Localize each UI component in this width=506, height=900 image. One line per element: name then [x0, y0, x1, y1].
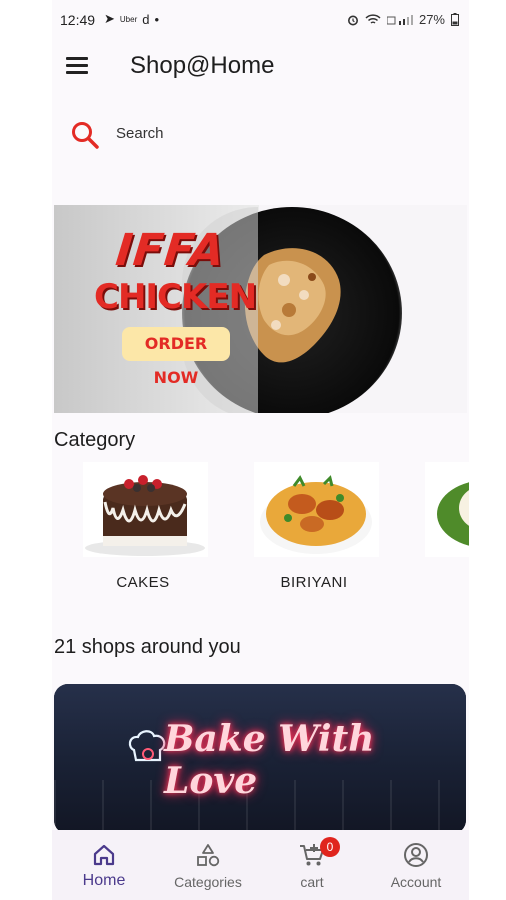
home-icon: [93, 844, 115, 866]
search-bar[interactable]: Search: [62, 110, 262, 158]
status-bar: 12:49 ➤ Uber d • 27%: [52, 0, 469, 40]
app-bar: Shop@Home: [52, 40, 469, 92]
bottom-navigation: Home Categories 0 cart Account: [52, 830, 469, 900]
signal-icon: [386, 14, 413, 25]
category-label: BIRIYANI: [280, 574, 348, 591]
menu-icon[interactable]: [66, 57, 88, 75]
category-list[interactable]: CAKES BIRIYANI M: [52, 462, 469, 602]
status-system-icons: 27%: [347, 12, 459, 27]
nav-account-label: Account: [390, 874, 442, 890]
category-label: M: [410, 574, 469, 591]
cart-count-badge: 0: [320, 837, 340, 857]
nav-categories[interactable]: Categories: [156, 830, 260, 900]
battery-percent: 27%: [418, 12, 445, 27]
battery-icon: [451, 13, 459, 26]
category-item-biriyani[interactable]: BIRIYANI: [239, 462, 389, 597]
category-label: CAKES: [116, 574, 170, 591]
app-screen: 12:49 ➤ Uber d • 27% Shop@Home Search IF…: [52, 0, 469, 900]
banner-heading-line2: CHICKEN: [94, 277, 257, 317]
nav-categories-label: Categories: [174, 874, 242, 890]
d-app-icon: d: [142, 11, 150, 27]
nav-home[interactable]: Home: [52, 830, 156, 900]
search-placeholder: Search: [116, 125, 164, 142]
nav-cart[interactable]: 0 cart: [260, 830, 364, 900]
nav-account[interactable]: Account: [364, 830, 468, 900]
shop-name: Bake With Love: [164, 718, 375, 802]
app-title: Shop@Home: [130, 52, 275, 79]
promo-banner[interactable]: IFFA CHICKEN ORDER NOW: [54, 205, 467, 413]
shops-count-title: 21 shops around you: [54, 636, 241, 658]
banner-heading-line1: IFFA: [113, 225, 228, 276]
telegram-icon: ➤: [104, 11, 115, 26]
account-icon: [404, 843, 428, 867]
status-time: 12:49: [60, 12, 96, 28]
category-title: Category: [54, 429, 136, 451]
nav-home-label: Home: [82, 872, 126, 889]
nav-cart-label: cart: [300, 874, 324, 890]
wifi-icon: [365, 13, 381, 24]
categories-icon: [197, 844, 220, 867]
dot-icon: •: [154, 11, 160, 27]
alarm-icon: [347, 15, 358, 25]
category-item-partial[interactable]: M: [410, 462, 469, 597]
shop-card[interactable]: Bake With Love: [54, 684, 466, 834]
category-item-cakes[interactable]: CAKES: [68, 462, 218, 597]
search-icon: [72, 122, 99, 149]
biriyani-image: [254, 462, 379, 557]
status-app-icons: ➤ Uber d •: [104, 11, 159, 27]
uber-icon: Uber: [119, 14, 138, 24]
cake-image: [83, 462, 208, 557]
order-now-button[interactable]: ORDER NOW: [122, 327, 230, 387]
food-image: [425, 462, 469, 557]
